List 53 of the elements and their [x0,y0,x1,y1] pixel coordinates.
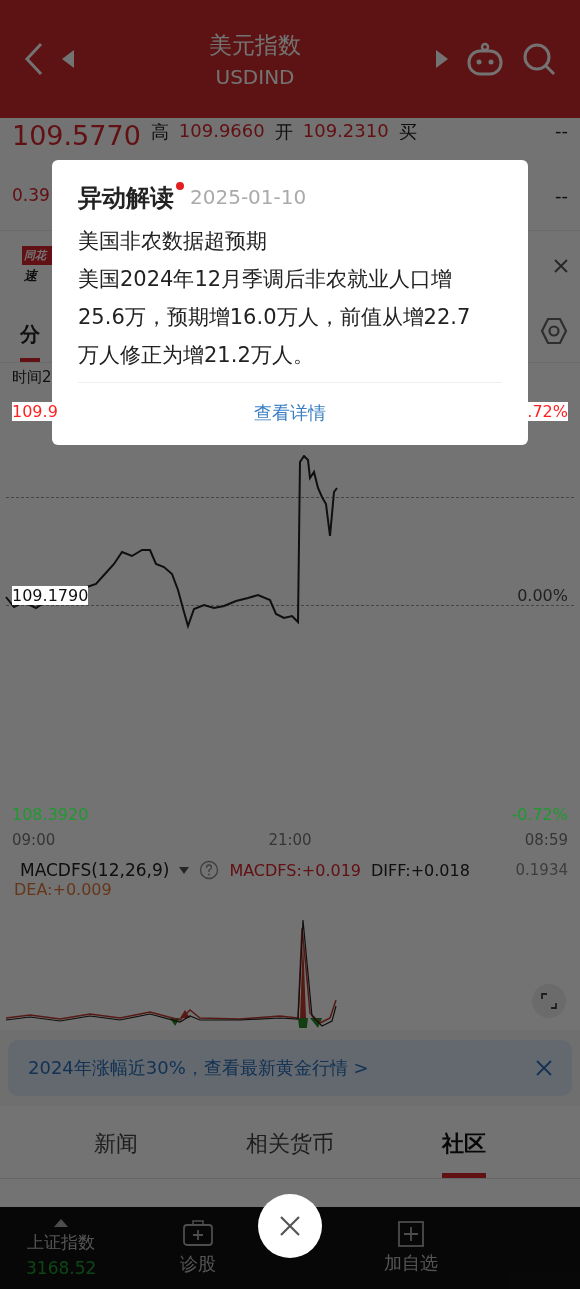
content-tab[interactable]: 新闻 [94,1129,138,1178]
previous-icon[interactable] [62,50,74,68]
time-tick: 21:00 [268,831,312,849]
expand-button[interactable] [532,984,566,1018]
dialog-body: 美国2024年12月季调后非农就业人口增25.6万，预期增16.0万人，前值从增22.7万人修正为增21.2万人。 [78,266,472,369]
buy-price: -- [555,120,568,141]
logo-text: 同花 [22,245,54,265]
medical-kit-icon[interactable] [182,1220,215,1248]
axis-label: 108.3920 [12,805,89,824]
axis-label: 0.00% [517,585,568,605]
sell-price: -- [555,184,568,206]
search-icon[interactable] [522,42,556,76]
price-change: 0.39 [12,185,50,205]
axis-label: 109.9 [12,402,58,421]
macd-value: MACDFS:+0.019 [229,860,362,880]
dialog-title: 异动解读 [78,183,174,214]
high-label: 高 [150,120,169,144]
next-icon[interactable] [436,50,448,68]
help-icon[interactable] [199,860,220,880]
axis-label: 109.1790 [12,585,89,605]
caret-icon[interactable] [179,866,190,874]
back-icon[interactable] [24,42,44,76]
index-value: 3168.52 [26,1257,97,1278]
robot-icon[interactable] [466,42,504,76]
add-icon[interactable] [398,1221,425,1247]
dialog-date: 2025-01-10 [190,185,307,209]
high-price: 109.9660 [178,120,265,141]
symbol-code: USDIND [215,64,295,89]
indicator-selector[interactable]: MACDFS(12,26,9) [20,860,170,880]
action-label[interactable]: 诊股 [180,1252,217,1276]
time-tick: 08:59 [524,831,568,849]
dialog-headline: 美国非农数据超预期 [78,228,268,255]
buy-label: 买 [398,120,417,144]
action-label[interactable]: 加自选 [384,1251,439,1275]
dea-value: DEA:+0.009 [14,880,112,899]
time-tick: 09:00 [12,831,56,849]
time-label: 时间2 [12,368,52,387]
last-price: 109.5770 [12,120,141,151]
header-title: 美元指数 [209,30,301,60]
up-triangle-icon [54,1218,69,1227]
expand-icon[interactable] [541,993,557,1009]
open-label: 开 [274,120,293,144]
close-icon[interactable] [554,258,568,273]
open-price: 109.2310 [302,120,389,141]
axis-label: .72% [527,402,568,421]
details-link[interactable]: 查看详情 [78,382,502,445]
index-name[interactable]: 上证指数 [27,1230,96,1254]
settings-icon[interactable] [540,317,568,345]
logo-text: 速 [23,266,39,285]
content-tab[interactable]: 相关货币 [246,1129,334,1178]
close-icon[interactable] [279,1215,301,1237]
diff-value: DIFF:+0.018 [371,860,470,880]
axis-label: -0.72% [511,805,568,824]
